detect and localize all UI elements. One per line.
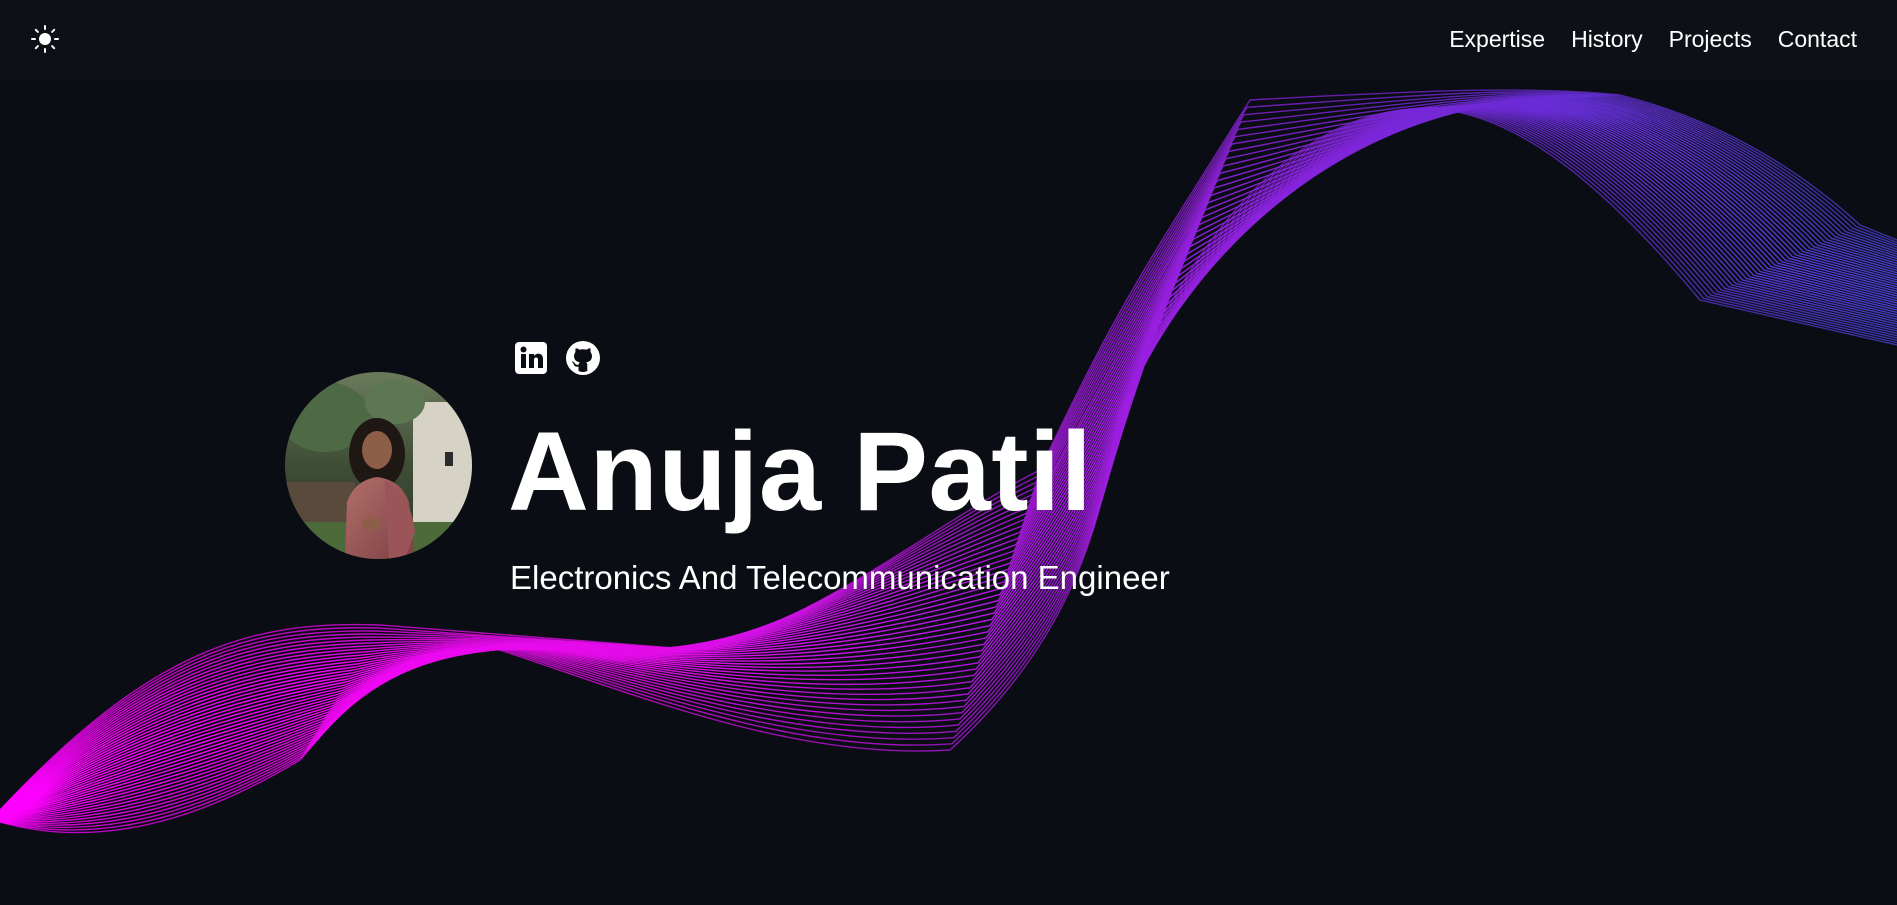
avatar (285, 372, 472, 559)
theme-toggle-button[interactable] (28, 22, 62, 56)
linkedin-icon[interactable] (513, 340, 549, 376)
hero-section: Anuja Patil Electronics And Telecommunic… (0, 0, 1897, 905)
nav-link-contact[interactable]: Contact (1778, 24, 1857, 54)
nav-link-history[interactable]: History (1571, 24, 1643, 54)
sun-icon (31, 25, 59, 53)
hero-name: Anuja Patil (508, 409, 1093, 534)
top-navbar: Expertise History Projects Contact (0, 0, 1897, 79)
nav-links: Expertise History Projects Contact (1449, 24, 1857, 54)
social-links (513, 340, 601, 376)
hero-role: Electronics And Telecommunication Engine… (510, 559, 1170, 596)
nav-link-expertise[interactable]: Expertise (1449, 24, 1545, 54)
avatar-photo (285, 372, 472, 559)
nav-link-projects[interactable]: Projects (1669, 24, 1752, 54)
github-icon[interactable] (565, 340, 601, 376)
